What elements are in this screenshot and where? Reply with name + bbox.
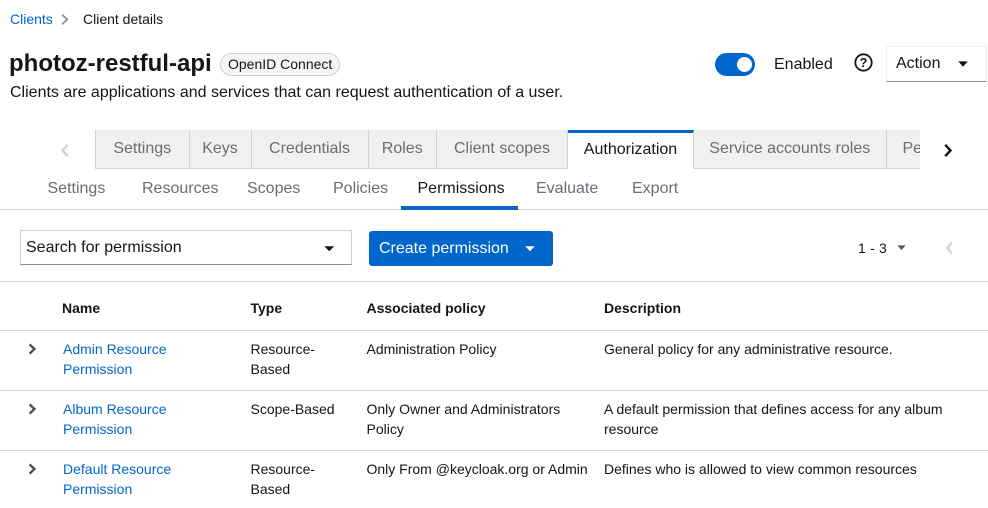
svg-text:?: ? [860, 55, 868, 70]
